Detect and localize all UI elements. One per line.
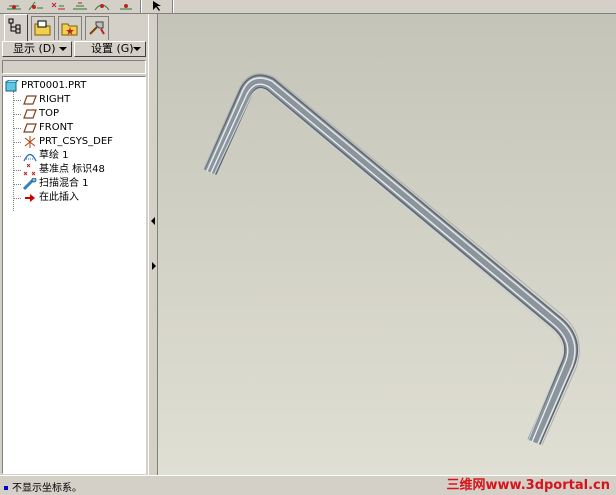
settings-menu-label: 设置 (G) xyxy=(91,42,134,55)
datum-curve-icon[interactable] xyxy=(92,0,112,12)
tab-folder-browser[interactable] xyxy=(31,16,55,40)
tree-connector xyxy=(13,170,21,171)
tree-item-label: 基准点 标识48 xyxy=(39,164,105,175)
navigator-tabs xyxy=(0,14,148,41)
tree-item-label: 扫描混合 1 xyxy=(39,178,89,189)
datum-plane-alt-icon[interactable] xyxy=(116,0,136,12)
folder-browser-icon xyxy=(34,20,51,36)
toolbar-separator xyxy=(172,0,174,13)
coordinate-system-icon xyxy=(23,136,37,148)
tab-favorites[interactable] xyxy=(58,16,82,40)
select-arrow-icon[interactable] xyxy=(148,0,168,12)
tree-filter-bar[interactable] xyxy=(2,60,146,74)
datum-point-icon xyxy=(23,164,37,176)
status-message-text: 不显示坐标系。 xyxy=(12,483,82,494)
datum-axis-icon[interactable] xyxy=(26,0,46,12)
status-bar: 不显示坐标系。 三维网www.3dportal.cn xyxy=(0,475,616,495)
status-message: 不显示坐标系。 xyxy=(4,482,82,495)
datum-plane-icon[interactable] xyxy=(4,0,24,12)
tree-item-label: 草绘 1 xyxy=(39,150,69,161)
navigator-panel: 显示 (D) 设置 (G) PRT0001.PRT RIGHT TOP FRON… xyxy=(0,14,148,475)
display-menu-button[interactable]: 显示 (D) xyxy=(2,41,72,57)
tree-item-label: 在此插入 xyxy=(39,192,79,203)
watermark: 三维网www.3dportal.cn xyxy=(446,478,610,493)
part-icon xyxy=(5,80,19,92)
tree-connector xyxy=(13,91,14,211)
datum-point-icon[interactable] xyxy=(70,0,90,12)
tree-item-label: PRT0001.PRT xyxy=(21,80,87,91)
sketch-icon xyxy=(23,150,37,162)
favorites-icon xyxy=(61,23,78,36)
collapse-left-icon[interactable] xyxy=(151,217,155,225)
tree-item-label: FRONT xyxy=(39,122,74,133)
settings-menu-button[interactable]: 设置 (G) xyxy=(74,41,146,57)
datum-plane-icon xyxy=(23,122,37,134)
display-menu-label: 显示 (D) xyxy=(13,42,56,55)
tab-model-tree[interactable] xyxy=(4,14,28,41)
tree-connector xyxy=(13,198,21,199)
tree-item-label: PRT_CSYS_DEF xyxy=(39,136,113,147)
datum-csys-icon[interactable] xyxy=(48,0,68,12)
chevron-down-icon xyxy=(133,47,141,51)
chevron-down-icon xyxy=(59,47,67,51)
tree-connector xyxy=(13,156,21,157)
datum-plane-icon xyxy=(23,108,37,120)
status-bullet-icon xyxy=(4,486,8,490)
tree-item-label: TOP xyxy=(39,108,60,119)
connections-icon xyxy=(89,21,105,35)
toolbar-separator xyxy=(140,0,142,13)
swept-rod-model xyxy=(203,73,580,446)
insert-here-arrow-icon xyxy=(23,192,37,204)
swept-blend-icon xyxy=(23,178,37,190)
top-toolbar xyxy=(0,0,616,14)
tree-item-label: RIGHT xyxy=(39,94,71,105)
tab-connections[interactable] xyxy=(85,16,109,40)
model-tree-icon xyxy=(8,18,21,34)
graphics-viewport[interactable] xyxy=(158,14,616,475)
tree-connector xyxy=(13,100,21,101)
expand-right-icon[interactable] xyxy=(152,262,156,270)
navigator-menubar: 显示 (D) 设置 (G) xyxy=(2,40,146,58)
tree-connector xyxy=(13,128,21,129)
tree-connector xyxy=(13,142,21,143)
panel-splitter[interactable] xyxy=(148,14,158,475)
tree-connector xyxy=(13,184,21,185)
datum-plane-icon xyxy=(23,94,37,106)
model-tree: PRT0001.PRT RIGHT TOP FRONT PRT_CSYS_DEF… xyxy=(2,76,146,474)
tree-connector xyxy=(13,114,21,115)
